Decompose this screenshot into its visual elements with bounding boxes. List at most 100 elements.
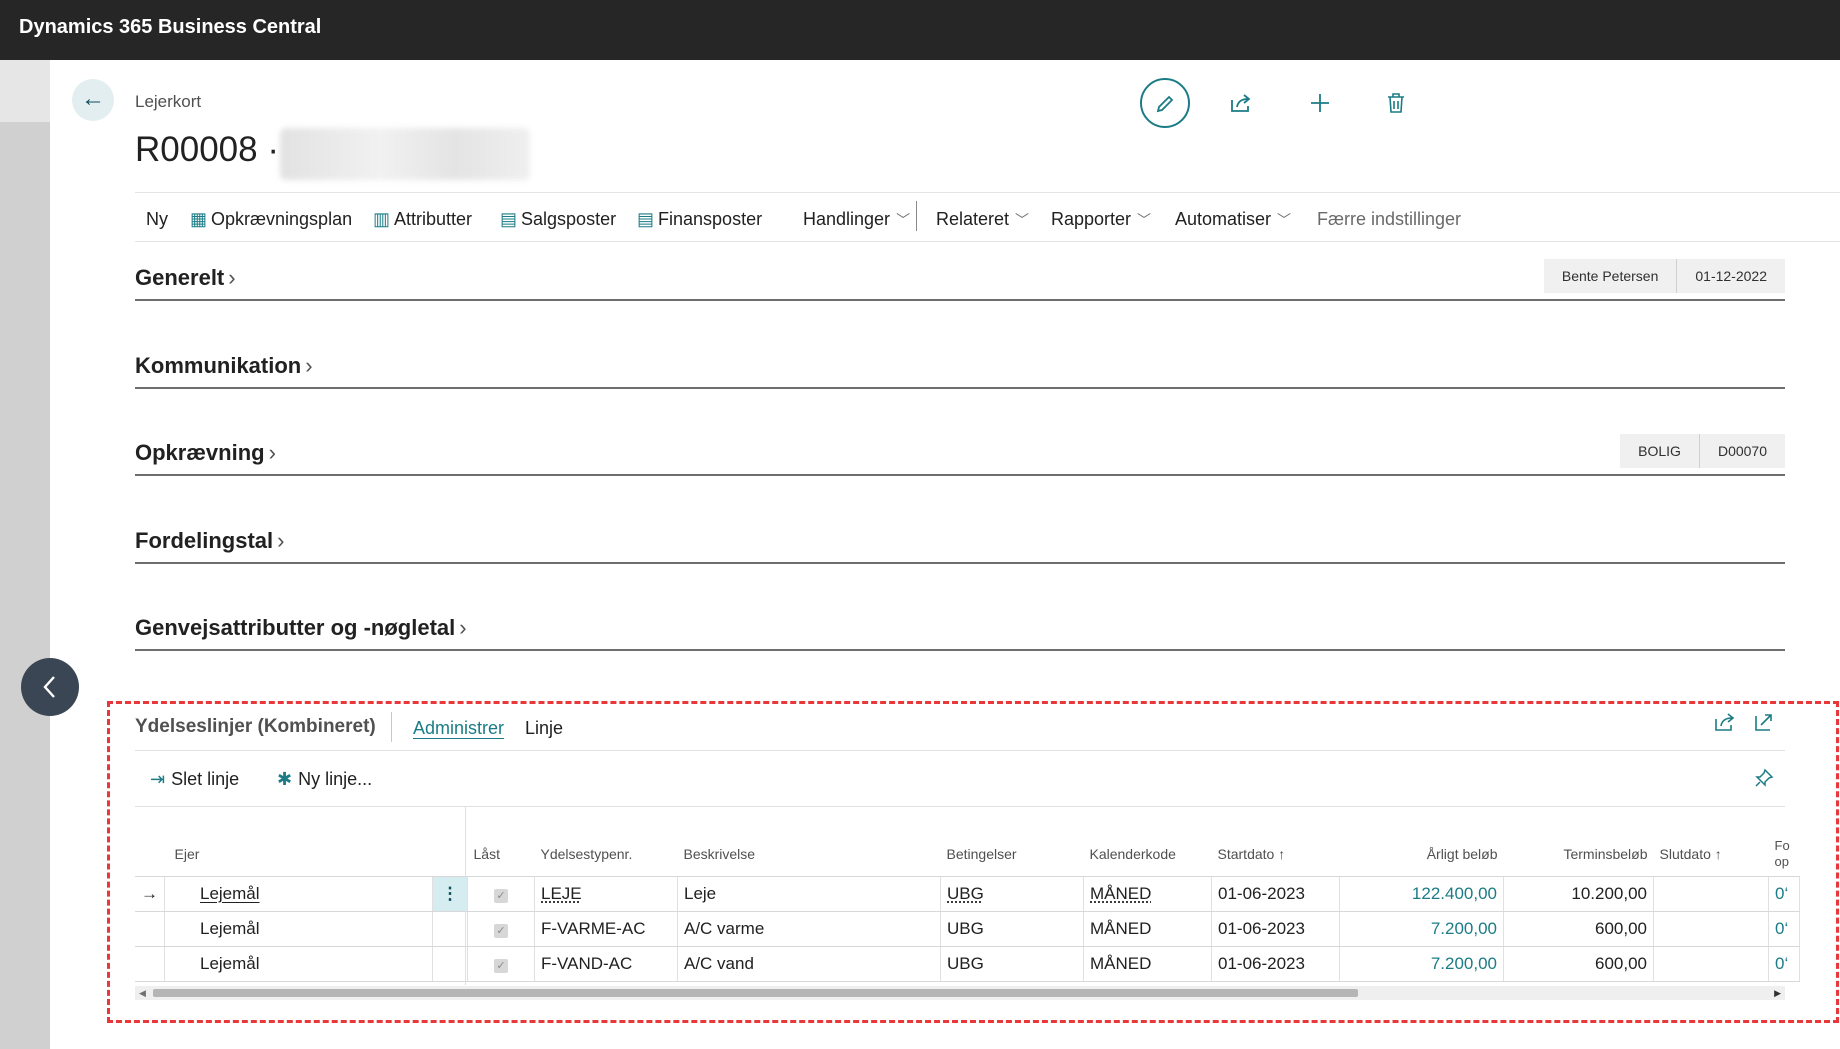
tab-manage[interactable]: Administrer [413, 718, 504, 739]
cell-term-amount[interactable]: 600,00 [1503, 911, 1654, 947]
cell-locked[interactable]: ✓ [467, 946, 535, 982]
share-button[interactable] [1219, 82, 1263, 122]
section-shortcut-attributes[interactable]: Genvejsattributter og -nøgletal › [135, 609, 1785, 651]
cell-owner[interactable]: Lejemål [164, 876, 433, 912]
section-general[interactable]: Generelt › Bente Petersen 01-12-2022 [135, 259, 1785, 301]
cell-terms[interactable]: UBG [940, 911, 1084, 947]
cell-truncated[interactable]: 0‘ [1768, 911, 1800, 947]
menu-actions[interactable]: Handlinger ﹀ [803, 209, 910, 230]
action-gl-entries[interactable]: ▤ Finansposter [637, 209, 762, 230]
cell-type-no[interactable]: LEJE [534, 876, 678, 912]
expand-button[interactable] [1754, 712, 1774, 738]
page-title: R00008 · [135, 130, 279, 169]
row-menu-button[interactable]: ⋮ [432, 876, 468, 912]
pin-button[interactable] [1754, 768, 1774, 794]
cell-owner[interactable]: Lejemål [164, 911, 433, 947]
table-row[interactable]: Lejemål ✓ F-VARME-AC A/C varme UBG MÅNED… [135, 911, 1800, 947]
col-annual[interactable]: Årligt beløb [1339, 832, 1504, 877]
menu-reports[interactable]: Rapporter ﹀ [1051, 209, 1151, 230]
grid-icon: ▥ [373, 209, 391, 229]
action-gl-entries-label: Finansposter [658, 209, 763, 229]
scrollbar-thumb[interactable] [153, 989, 1358, 997]
cell-truncated[interactable]: 0‘ [1768, 876, 1800, 912]
cell-term-amount[interactable]: 600,00 [1503, 946, 1654, 982]
table-row[interactable]: → Lejemål ⋮ ✓ LEJE Leje UBG MÅNED 01-06-… [135, 876, 1800, 912]
section-title-text: Genvejsattributter og -nøgletal [135, 615, 456, 640]
current-row-indicator: → [135, 876, 165, 912]
cell-description[interactable]: A/C vand [677, 946, 941, 982]
cell-annual[interactable]: 7.200,00 [1339, 911, 1504, 947]
cell-calendar[interactable]: MÅNED [1083, 946, 1212, 982]
cell-start[interactable]: 01-06-2023 [1211, 876, 1340, 912]
cell-start[interactable]: 01-06-2023 [1211, 946, 1340, 982]
section-title-text: Generelt [135, 265, 225, 290]
cell-type-no[interactable]: F-VAND-AC [534, 946, 678, 982]
cell-type-no[interactable]: F-VARME-AC [534, 911, 678, 947]
tab-line[interactable]: Linje [525, 718, 563, 739]
chevron-right-icon: › [228, 265, 236, 290]
cell-end[interactable] [1653, 946, 1769, 982]
cell-term-amount[interactable]: 10.200,00 [1503, 876, 1654, 912]
new-button[interactable] [1298, 82, 1342, 122]
redacted-name [280, 128, 530, 180]
section-billing[interactable]: Opkrævning › BOLIG D00070 [135, 434, 1785, 476]
table-icon: ▦ [190, 209, 208, 229]
action-attributes[interactable]: ▥ Attributter [373, 209, 472, 230]
cell-annual[interactable]: 7.200,00 [1339, 946, 1504, 982]
chevron-down-icon: ﹀ [1277, 212, 1292, 228]
arrow-left-icon: ← [81, 85, 105, 112]
col-owner[interactable]: Ejer [164, 832, 433, 877]
sparkle-icon: ✱ [277, 769, 293, 789]
section-title-text: Opkrævning [135, 440, 265, 465]
cell-start[interactable]: 01-06-2023 [1211, 911, 1340, 947]
share-button[interactable] [1714, 712, 1736, 738]
cell-truncated[interactable]: 0‘ [1768, 946, 1800, 982]
row-cue-header [135, 832, 165, 877]
summary-pill: D00070 [1698, 434, 1785, 468]
cell-calendar[interactable]: MÅNED [1083, 876, 1212, 912]
collapse-nav-button[interactable] [21, 658, 79, 716]
col-truncated[interactable]: Fo op [1768, 832, 1800, 877]
action-billing-plan[interactable]: ▦ Opkrævningsplan [190, 209, 352, 230]
menu-related[interactable]: Relateret ﹀ [936, 209, 1029, 230]
col-start[interactable]: Startdato ↑ [1211, 832, 1340, 877]
col-description[interactable]: Beskrivelse [677, 832, 941, 877]
col-term-amount[interactable]: Terminsbeløb [1503, 832, 1654, 877]
fewer-options-link[interactable]: Færre indstillinger [1317, 209, 1461, 230]
delete-line-button[interactable]: ⇥ Slet linje [150, 769, 239, 790]
cell-locked[interactable]: ✓ [467, 876, 535, 912]
action-sales-entries[interactable]: ▤ Salgsposter [500, 209, 616, 230]
horizontal-scrollbar[interactable]: ◀ ▶ [135, 986, 1785, 1000]
section-communication[interactable]: Kommunikation › [135, 347, 1785, 389]
cell-description[interactable]: Leje [677, 876, 941, 912]
col-locked[interactable]: Låst [467, 832, 535, 877]
back-button[interactable]: ← [72, 79, 114, 121]
col-end[interactable]: Slutdato ↑ [1653, 832, 1769, 877]
subpage-divider [135, 750, 1785, 751]
table-row[interactable]: Lejemål ✓ F-VAND-AC A/C vand UBG MÅNED 0… [135, 946, 1800, 982]
section-distribution[interactable]: Fordelingstal › [135, 522, 1785, 564]
pin-icon [1755, 768, 1774, 787]
cell-terms[interactable]: UBG [940, 876, 1084, 912]
new-line-button[interactable]: ✱ Ny linje... [277, 769, 372, 790]
cell-locked[interactable]: ✓ [467, 911, 535, 947]
cell-annual[interactable]: 122.400,00 [1339, 876, 1504, 912]
new-line-label: Ny linje... [298, 769, 373, 789]
menu-related-label: Relateret [936, 209, 1010, 229]
action-new[interactable]: Ny [146, 209, 168, 230]
col-type-no[interactable]: Ydelsestypenr. [534, 832, 678, 877]
scroll-right-icon[interactable]: ▶ [1774, 986, 1781, 1000]
cell-terms[interactable]: UBG [940, 946, 1084, 982]
menu-automate[interactable]: Automatiser ﹀ [1175, 209, 1291, 230]
cell-end[interactable] [1653, 911, 1769, 947]
cell-end[interactable] [1653, 876, 1769, 912]
cell-calendar[interactable]: MÅNED [1083, 911, 1212, 947]
scroll-left-icon[interactable]: ◀ [139, 986, 146, 1000]
owner-link[interactable]: Lejemål [200, 884, 260, 903]
cell-description[interactable]: A/C varme [677, 911, 941, 947]
col-calendar[interactable]: Kalenderkode [1083, 832, 1212, 877]
cell-owner[interactable]: Lejemål [164, 946, 433, 982]
delete-button[interactable] [1374, 82, 1418, 122]
edit-button[interactable] [1140, 78, 1190, 128]
col-terms[interactable]: Betingelser [940, 832, 1084, 877]
